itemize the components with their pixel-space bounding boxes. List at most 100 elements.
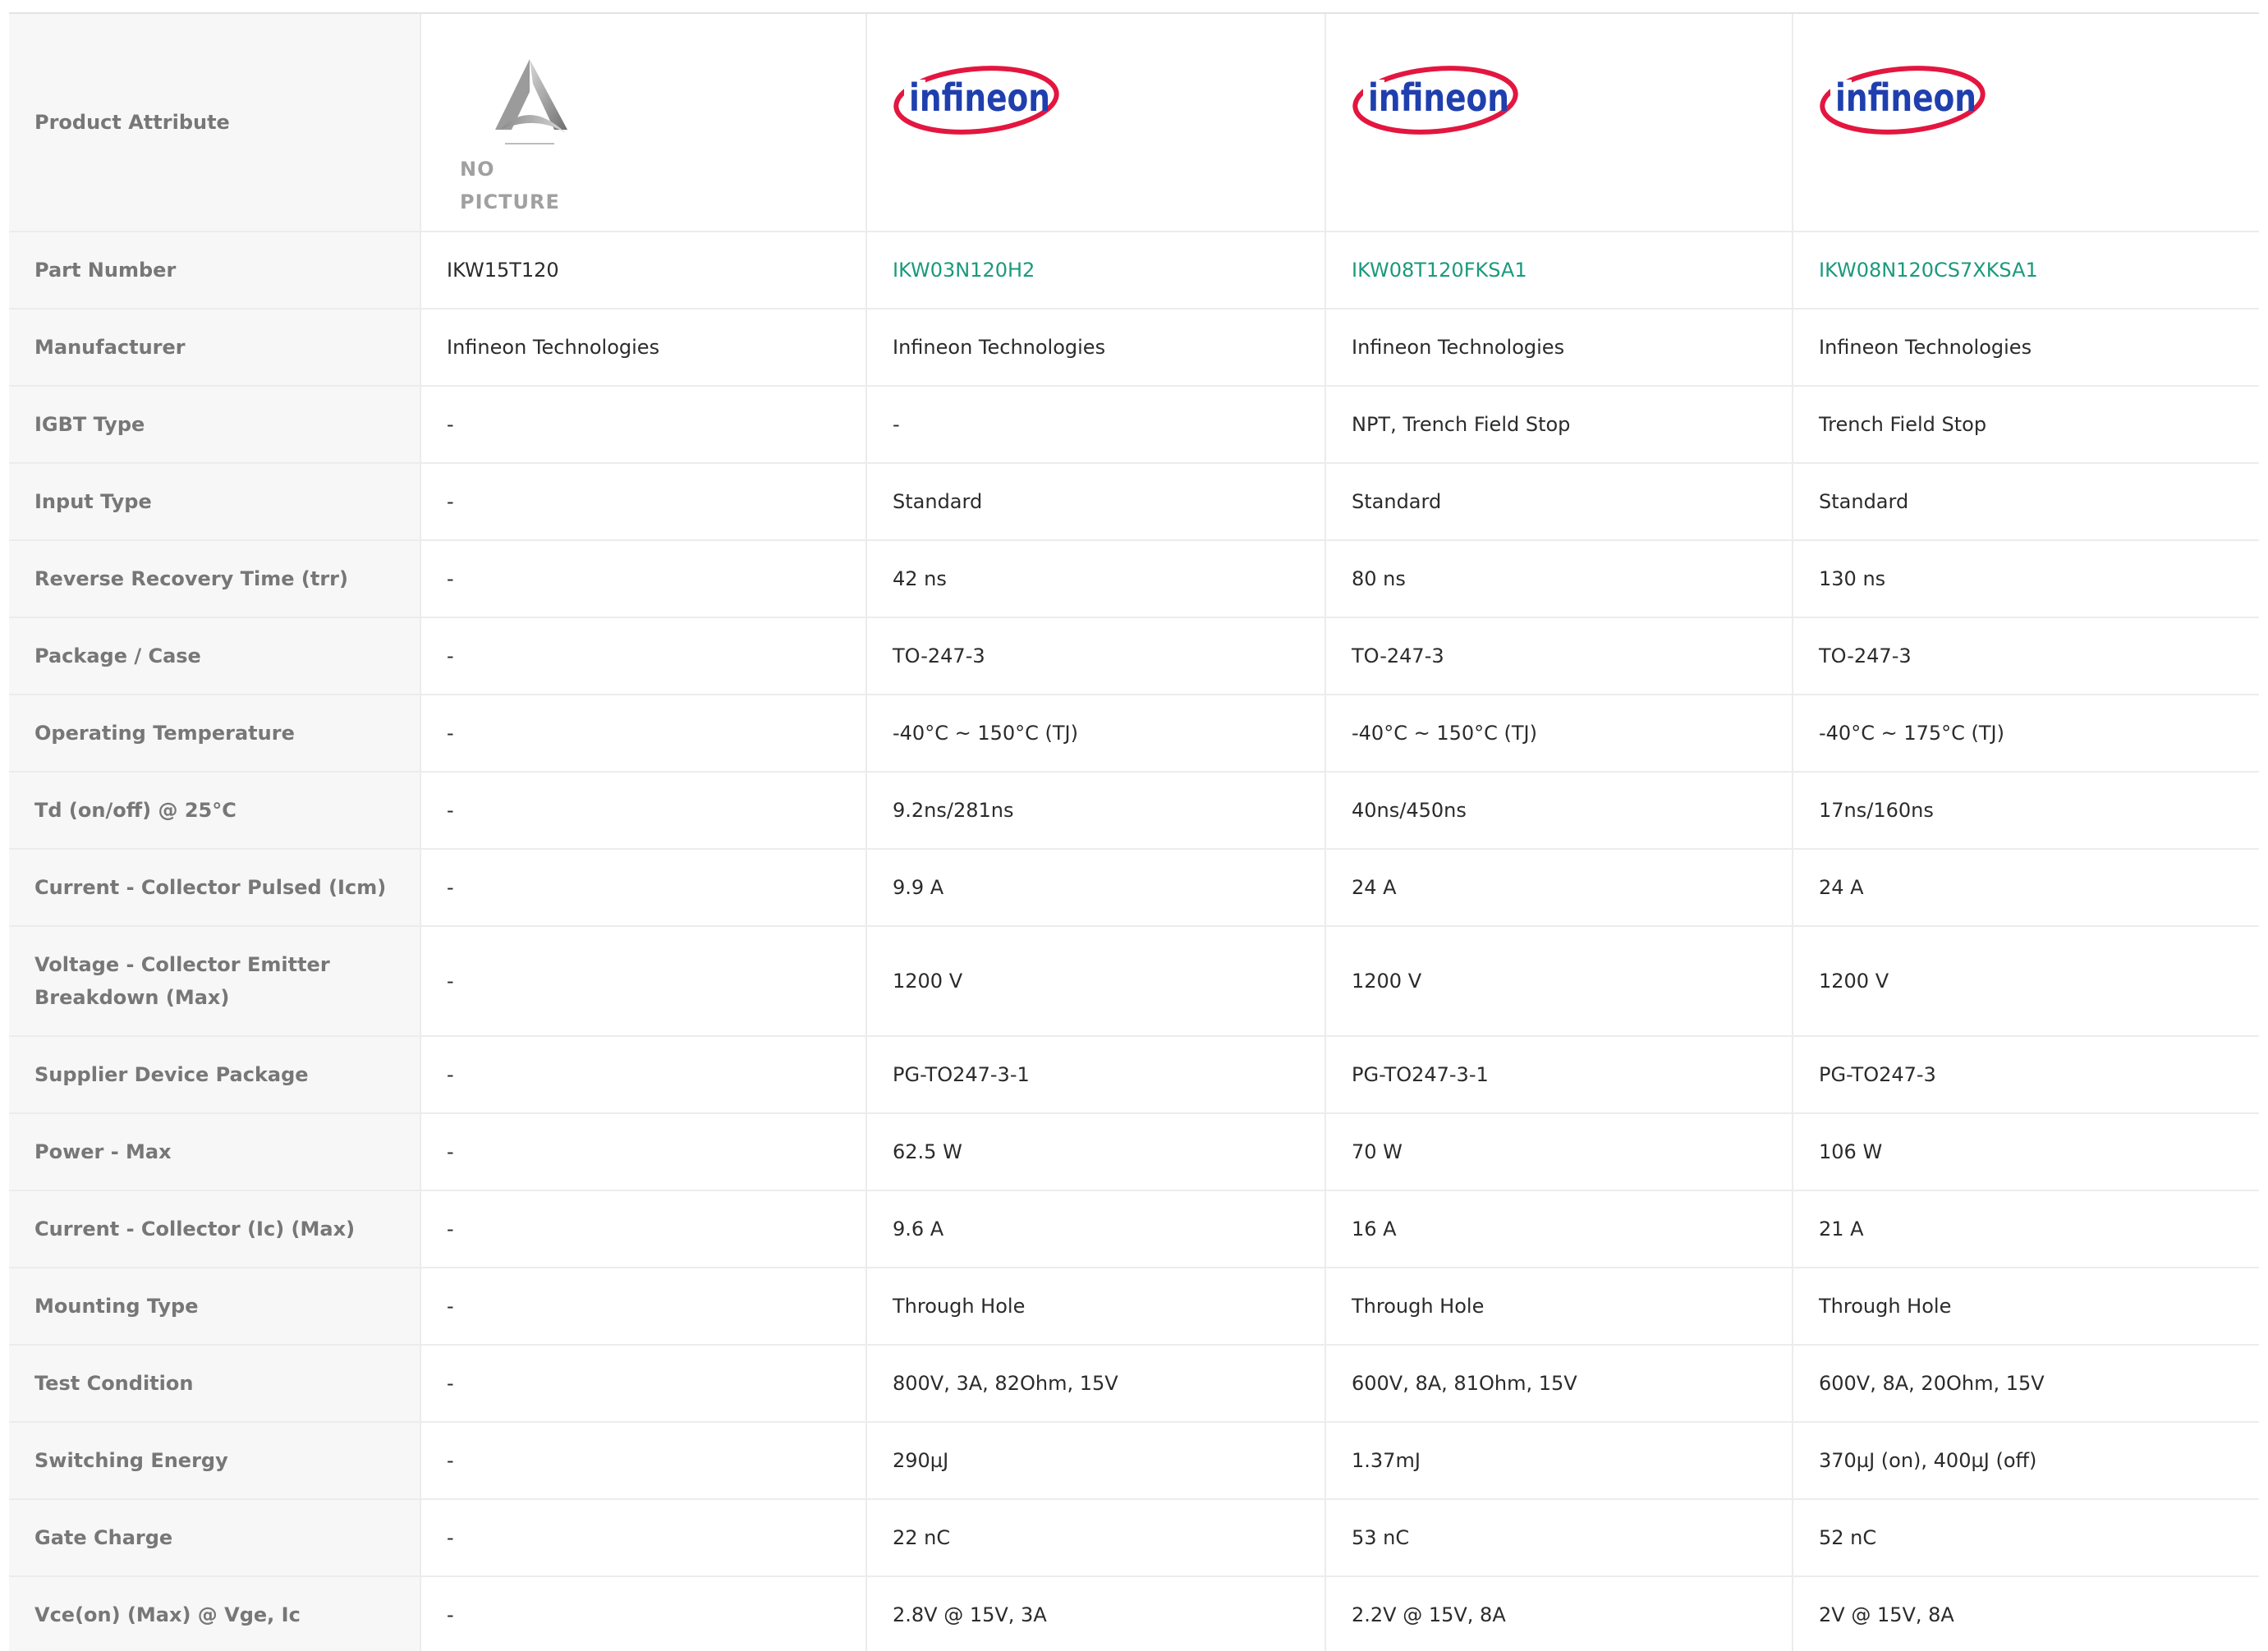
attribute-value: - [447, 413, 454, 436]
attribute-label: Switching Energy [9, 1422, 421, 1500]
attribute-value-cell: Through Hole [1793, 1268, 2259, 1346]
attribute-value: - [447, 490, 454, 513]
attribute-value-cell: - [420, 386, 867, 464]
attribute-value-cell: Infineon Technologies [1325, 309, 1793, 387]
attribute-value: 2.2V @ 15V, 8A [1352, 1603, 1506, 1626]
attribute-value: 1200 V [893, 970, 963, 993]
attribute-value-cell: 22 nC [866, 1499, 1326, 1577]
attribute-value: - [447, 876, 454, 899]
part-number-link[interactable]: IKW03N120H2 [893, 259, 1035, 282]
product-image-cell[interactable]: infineon [866, 14, 1326, 232]
attribute-value: 16 A [1352, 1218, 1397, 1241]
attribute-value-cell: - [420, 1499, 867, 1577]
attribute-value: Infineon Technologies [1819, 336, 2032, 359]
attribute-value: - [447, 1526, 454, 1549]
table-row: Supplier Device Package - PG-TO247-3-1 PG-T… [9, 1036, 2259, 1114]
attribute-value: 370µJ (on), 400µJ (off) [1819, 1449, 2037, 1472]
attribute-value: 2.8V @ 15V, 3A [893, 1603, 1047, 1626]
table-row: Gate Charge - 22 nC 53 nC 52 nC [9, 1499, 2259, 1577]
part-number-link[interactable]: IKW08N120CS7XKSA1 [1819, 259, 2038, 282]
table-row: Current - Collector Pulsed (Icm) - 9.9 A 24… [9, 849, 2259, 927]
attribute-value: Standard [893, 490, 983, 513]
table-row: IGBT Type - - NPT, Trench Field Stop Trench … [9, 386, 2259, 464]
attribute-label: Mounting Type [9, 1268, 421, 1346]
attribute-value-cell: Infineon Technologies [1793, 309, 2259, 387]
attribute-value: 600V, 8A, 20Ohm, 15V [1819, 1372, 2045, 1395]
attribute-value: Standard [1819, 490, 1909, 513]
part-number-link[interactable]: IKW08T120FKSA1 [1352, 259, 1527, 282]
table-row: Input Type - Standard Standard Standard [9, 463, 2259, 541]
attribute-value: Infineon Technologies [1352, 336, 1565, 359]
attribute-value: 9.6 A [893, 1218, 944, 1241]
attribute-label: Voltage - Collector Emitter Breakdown (M… [9, 926, 421, 1037]
part-number-text: IKW15T120 [447, 259, 559, 282]
attribute-value-cell: -40°C ~ 150°C (TJ) [1325, 695, 1793, 773]
attribute-value: Infineon Technologies [893, 336, 1106, 359]
attribute-value: - [447, 722, 454, 745]
attribute-value-cell: - [420, 1190, 867, 1268]
attribute-value-cell: 1200 V [1793, 926, 2259, 1037]
infineon-logo-icon[interactable]: infineon [893, 63, 1065, 145]
attribute-value-cell: 9.2ns/281ns [866, 772, 1326, 850]
attribute-value-cell: 1.37mJ [1325, 1422, 1793, 1500]
attribute-value-cell: Standard [1793, 463, 2259, 541]
attribute-value: - [447, 644, 454, 667]
attribute-value-cell: PG-TO247-3 [1793, 1036, 2259, 1114]
attribute-value: -40°C ~ 150°C (TJ) [893, 722, 1078, 745]
attribute-value: - [447, 799, 454, 822]
attribute-value-cell: Through Hole [866, 1268, 1326, 1346]
attribute-label: Supplier Device Package [9, 1036, 421, 1114]
attribute-value: Trench Field Stop [1819, 413, 1987, 436]
attribute-value: - [447, 1372, 454, 1395]
attribute-value: 130 ns [1819, 567, 1886, 590]
comparison-table-container: Product Attribute NO PICTURE infineon in… [9, 12, 2259, 1651]
attribute-value-cell: - [420, 1576, 867, 1651]
attribute-label: Reverse Recovery Time (trr) [9, 540, 421, 618]
attribute-value: 290µJ [893, 1449, 949, 1472]
attribute-value: 70 W [1352, 1140, 1403, 1163]
brand-mark-icon [495, 59, 567, 133]
attribute-value-cell: - [420, 540, 867, 618]
attribute-value: 53 nC [1352, 1526, 1410, 1549]
no-picture-placeholder: NO PICTURE [460, 53, 599, 213]
attribute-value: - [447, 1218, 454, 1241]
attribute-value: 1200 V [1819, 970, 1889, 993]
infineon-logo-icon[interactable]: infineon [1352, 63, 1524, 145]
attribute-value: - [447, 970, 454, 993]
attribute-value-cell: Infineon Technologies [420, 309, 867, 387]
attribute-value: PG-TO247-3-1 [893, 1063, 1030, 1086]
product-image-cell[interactable]: infineon [1793, 14, 2259, 232]
no-picture-label: NO PICTURE [460, 158, 560, 213]
attribute-value-cell: -40°C ~ 150°C (TJ) [866, 695, 1326, 773]
attribute-label: Vce(on) (Max) @ Vge, Ic [9, 1576, 421, 1651]
attribute-label: Part Number [9, 232, 421, 310]
attribute-label: Current - Collector Pulsed (Icm) [9, 849, 421, 927]
attribute-value: 17ns/160ns [1819, 799, 1934, 822]
attribute-value: 52 nC [1819, 1526, 1877, 1549]
attribute-value-cell: 2.8V @ 15V, 3A [866, 1576, 1326, 1651]
attribute-label: Operating Temperature [9, 695, 421, 773]
attribute-label: Td (on/off) @ 25°C [9, 772, 421, 850]
attribute-value-cell: Infineon Technologies [866, 309, 1326, 387]
attribute-value-cell: 106 W [1793, 1113, 2259, 1191]
attribute-value-cell: 24 A [1793, 849, 2259, 927]
table-row: Switching Energy - 290µJ 1.37mJ 370µJ (on), … [9, 1422, 2259, 1500]
attribute-value-cell: IKW15T120 [420, 232, 867, 310]
attribute-value: 9.2ns/281ns [893, 799, 1014, 822]
attribute-label: Gate Charge [9, 1499, 421, 1577]
attribute-value-cell: 370µJ (on), 400µJ (off) [1793, 1422, 2259, 1500]
attribute-label: Current - Collector (Ic) (Max) [9, 1190, 421, 1268]
attribute-value-cell: - [420, 1422, 867, 1500]
infineon-logo-icon[interactable]: infineon [1819, 63, 1991, 145]
attribute-value-cell: - [420, 1268, 867, 1346]
attribute-value-cell: 17ns/160ns [1793, 772, 2259, 850]
divider-icon [505, 143, 554, 144]
table-row: Power - Max - 62.5 W 70 W 106 W [9, 1113, 2259, 1191]
attribute-value-cell: - [420, 1113, 867, 1191]
attribute-value-cell: IKW08N120CS7XKSA1 [1793, 232, 2259, 310]
table-row: Td (on/off) @ 25°C - 9.2ns/281ns 40ns/450ns… [9, 772, 2259, 850]
product-image-cell[interactable]: infineon [1325, 14, 1793, 232]
attribute-value-cell: - [420, 463, 867, 541]
attribute-value: -40°C ~ 150°C (TJ) [1352, 722, 1537, 745]
attribute-value-cell: PG-TO247-3-1 [1325, 1036, 1793, 1114]
